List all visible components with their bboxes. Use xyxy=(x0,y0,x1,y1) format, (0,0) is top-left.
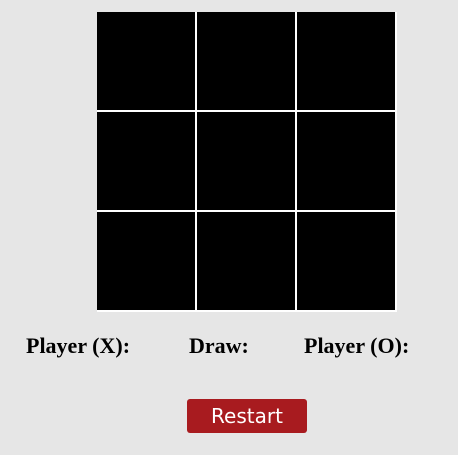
score-player-o: Player (O): xyxy=(304,333,415,359)
board-cell-1[interactable] xyxy=(97,12,195,110)
board-cell-8[interactable] xyxy=(197,212,295,310)
score-player-x-label: Player (X): xyxy=(26,333,131,358)
board-cell-6[interactable] xyxy=(297,112,395,210)
board-cell-3[interactable] xyxy=(297,12,395,110)
board-cell-2[interactable] xyxy=(197,12,295,110)
board-cell-4[interactable] xyxy=(97,112,195,210)
board-cell-9[interactable] xyxy=(297,212,395,310)
game-board xyxy=(97,12,397,312)
restart-button[interactable]: Restart xyxy=(187,399,307,433)
score-draw: Draw: xyxy=(189,333,255,359)
board-cell-5[interactable] xyxy=(197,112,295,210)
board-cell-7[interactable] xyxy=(97,212,195,310)
score-draw-label: Draw: xyxy=(189,333,249,358)
score-player-x: Player (X): xyxy=(26,333,136,359)
score-player-o-label: Player (O): xyxy=(304,333,410,358)
